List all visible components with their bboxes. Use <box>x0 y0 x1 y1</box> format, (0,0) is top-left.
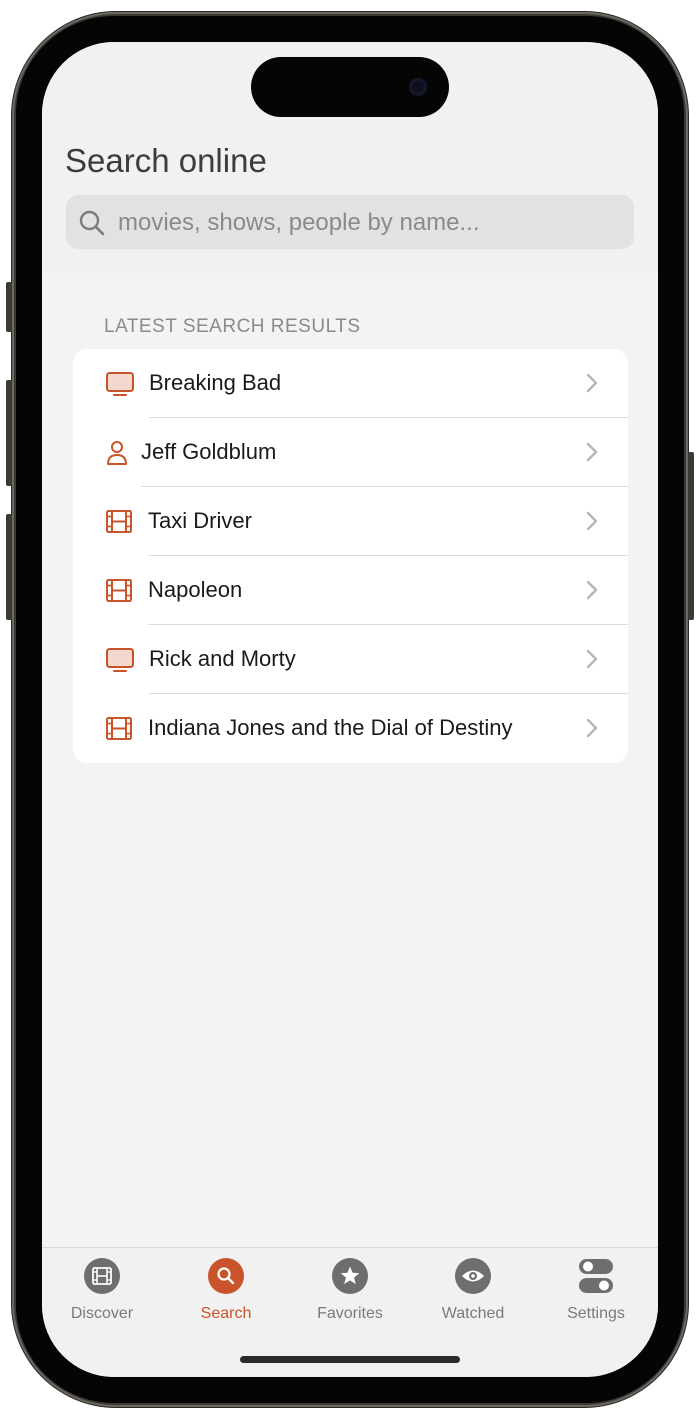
tab-label: Discover <box>70 1305 134 1322</box>
list-item[interactable]: Jeff Goldblum <box>73 418 628 487</box>
list-item[interactable]: Rick and Morty <box>73 625 628 694</box>
tv-icon <box>106 372 134 396</box>
tab-label: Watched <box>441 1305 505 1322</box>
front-camera <box>409 78 427 96</box>
list-item[interactable]: Breaking Bad <box>73 349 628 418</box>
section-label: LATEST SEARCH RESULTS <box>104 316 361 337</box>
action-button <box>6 282 12 332</box>
eye-icon <box>455 1258 491 1294</box>
tab-search[interactable]: Search <box>171 1258 281 1338</box>
list-item-label: Taxi Driver <box>148 508 252 533</box>
home-indicator[interactable] <box>240 1356 460 1363</box>
power-button <box>688 452 694 620</box>
film-icon <box>84 1258 120 1294</box>
dynamic-island <box>251 57 449 117</box>
film-icon <box>106 579 132 602</box>
search-bar[interactable] <box>66 195 634 251</box>
tab-watched[interactable]: Watched <box>418 1258 528 1338</box>
chevron-right-icon <box>586 373 598 393</box>
list-item-label: Rick and Morty <box>149 646 296 671</box>
app-screen: Search online LATEST SEARCH RESULTS Brea… <box>42 42 658 1377</box>
volume-up-button <box>6 380 12 486</box>
toggles-icon <box>579 1259 613 1293</box>
list-item-label: Napoleon <box>148 577 243 602</box>
chevron-right-icon <box>586 580 598 600</box>
tab-label: Settings <box>567 1305 625 1322</box>
list-item[interactable]: Taxi Driver <box>73 487 628 556</box>
person-icon <box>107 441 127 465</box>
tab-label: Search <box>200 1305 252 1322</box>
star-icon <box>332 1258 368 1294</box>
search-icon <box>79 210 105 236</box>
tab-discover[interactable]: Discover <box>47 1258 157 1338</box>
film-icon <box>106 717 132 740</box>
tab-label: Favorites <box>317 1305 383 1322</box>
volume-down-button <box>6 514 12 620</box>
list-item[interactable]: Napoleon <box>73 556 628 625</box>
list-item-label: Jeff Goldblum <box>141 439 277 464</box>
results-list: Breaking Bad Jeff Goldblum Taxi Driver N… <box>73 349 628 763</box>
search-input[interactable] <box>116 195 620 251</box>
list-item[interactable]: Indiana Jones and the Dial of Destiny <box>73 694 628 763</box>
tab-settings[interactable]: Settings <box>541 1258 651 1338</box>
chevron-right-icon <box>586 649 598 669</box>
film-icon <box>106 510 132 533</box>
search-icon <box>208 1258 244 1294</box>
list-item-label: Breaking Bad <box>149 370 282 395</box>
tv-icon <box>106 648 134 672</box>
chevron-right-icon <box>586 718 598 738</box>
chevron-right-icon <box>586 511 598 531</box>
chevron-right-icon <box>586 442 598 462</box>
tab-favorites[interactable]: Favorites <box>295 1258 405 1338</box>
page-title: Search online <box>65 142 267 179</box>
list-item-label: Indiana Jones and the Dial of Destiny <box>148 715 513 740</box>
